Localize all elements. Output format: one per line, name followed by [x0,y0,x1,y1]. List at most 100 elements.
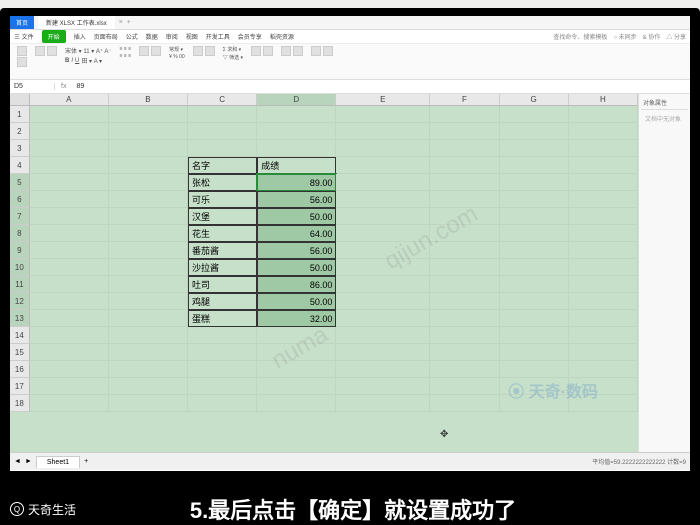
cell[interactable]: 汉堡 [188,208,257,225]
cell[interactable] [257,140,336,157]
formula-input[interactable]: 89 [72,83,690,90]
row-header[interactable]: 4 [10,157,30,174]
cell[interactable] [500,327,569,344]
row-header[interactable]: 9 [10,242,30,259]
cell[interactable] [430,225,499,242]
menu-insert[interactable]: 插入 [74,32,86,41]
cell[interactable] [336,225,430,242]
cell[interactable] [109,140,188,157]
cell[interactable] [30,344,109,361]
cell[interactable] [109,157,188,174]
tab-close-icon[interactable]: × [119,19,123,26]
cell[interactable] [257,344,336,361]
col-header[interactable]: A [30,94,109,105]
cell[interactable] [500,208,569,225]
col-header[interactable]: D [257,94,336,105]
cell[interactable] [430,259,499,276]
cell[interactable] [430,378,499,395]
cell[interactable]: 56.00 [257,242,336,259]
menu-view[interactable]: 视图 [186,32,198,41]
cell[interactable] [500,344,569,361]
cell[interactable] [336,140,430,157]
cell[interactable] [430,327,499,344]
add-sheet-button[interactable]: + [84,458,88,465]
cell[interactable] [336,191,430,208]
cell[interactable] [336,310,430,327]
cell[interactable] [30,242,109,259]
cell[interactable] [336,327,430,344]
spreadsheet-grid[interactable]: A B C D E F G H 1234名字成绩5张松89.006可乐56.00… [10,94,638,452]
cell[interactable]: 可乐 [188,191,257,208]
cell[interactable] [109,378,188,395]
cell[interactable] [30,259,109,276]
row-header[interactable]: 5 [10,174,30,191]
col-header[interactable]: E [336,94,430,105]
cell[interactable] [30,191,109,208]
cell[interactable]: 吐司 [188,276,257,293]
cell[interactable] [500,157,569,174]
cell[interactable] [109,208,188,225]
cell[interactable] [336,344,430,361]
cell[interactable] [109,225,188,242]
cell[interactable]: 89.00 [257,174,336,191]
cell[interactable] [30,395,109,412]
cell[interactable] [500,276,569,293]
menu-dev[interactable]: 开发工具 [206,32,230,41]
cell[interactable] [336,378,430,395]
cell[interactable] [336,259,430,276]
cell[interactable] [188,106,257,123]
cell[interactable] [30,174,109,191]
row-header[interactable]: 8 [10,225,30,242]
cell[interactable] [109,242,188,259]
cell[interactable] [109,174,188,191]
row-header[interactable]: 18 [10,395,30,412]
cell[interactable] [336,208,430,225]
cell[interactable] [569,344,638,361]
cell[interactable] [188,140,257,157]
cell[interactable] [500,140,569,157]
cell[interactable] [569,310,638,327]
menu-data[interactable]: 数据 [146,32,158,41]
cell[interactable] [569,361,638,378]
cell[interactable]: 50.00 [257,208,336,225]
cell[interactable] [569,123,638,140]
cell[interactable] [430,140,499,157]
row-header[interactable]: 14 [10,327,30,344]
cell[interactable] [188,378,257,395]
cell[interactable] [569,140,638,157]
cell[interactable] [336,123,430,140]
row-header[interactable]: 6 [10,191,30,208]
cell[interactable] [500,361,569,378]
cell[interactable] [500,174,569,191]
sync-status[interactable]: ○ 未同步 [613,32,636,41]
cell[interactable]: 花生 [188,225,257,242]
fx-icon[interactable]: fx [55,83,72,90]
tab-add-button[interactable]: + [127,19,131,26]
cell[interactable] [336,293,430,310]
menu-review[interactable]: 审阅 [166,32,178,41]
cell[interactable] [109,123,188,140]
sheet-nav-next-icon[interactable]: ► [25,458,32,465]
cell[interactable] [30,293,109,310]
cell[interactable] [336,157,430,174]
cell[interactable] [30,123,109,140]
col-header[interactable]: B [109,94,188,105]
row-header[interactable]: 7 [10,208,30,225]
cell[interactable] [430,191,499,208]
cell[interactable]: 蛋糕 [188,310,257,327]
cell[interactable] [257,123,336,140]
worksheet-icon[interactable] [293,46,303,56]
cell[interactable] [569,208,638,225]
cell[interactable] [30,208,109,225]
cell[interactable]: 张松 [188,174,257,191]
cell[interactable] [500,310,569,327]
cell[interactable] [109,276,188,293]
cell[interactable] [109,361,188,378]
cell[interactable] [430,157,499,174]
cell[interactable] [30,327,109,344]
row-header[interactable]: 12 [10,293,30,310]
cell[interactable]: 成绩 [257,157,336,174]
cell[interactable] [336,276,430,293]
cell[interactable] [430,276,499,293]
cell[interactable] [500,242,569,259]
